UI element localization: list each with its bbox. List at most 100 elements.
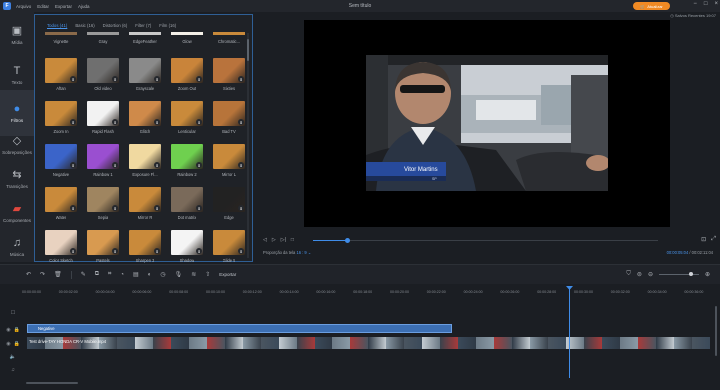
undo-icon[interactable]: ↶ [26,271,31,278]
download-icon[interactable]: ⬇ [112,76,118,82]
lock-icon[interactable]: 🔒 [14,327,20,333]
filter-thumb[interactable]: ⬇ [171,58,203,83]
video-clip[interactable] [27,337,710,349]
filter-item[interactable]: ⬇ Glitch [129,101,161,134]
filter-item[interactable]: ⬇ Bad TV [213,101,245,134]
filter-thumb[interactable]: ⬇ [129,58,161,83]
filter-thumb[interactable]: ⬇ [213,187,245,212]
tab-filter[interactable]: Filter (7) [135,23,151,28]
menu-help[interactable]: Ajuda [78,4,90,9]
filter-thumb[interactable]: ⬇ [45,144,77,169]
download-icon[interactable]: ⬇ [112,205,118,211]
tab-distortion[interactable]: Distortion (6) [103,23,128,28]
snapshot-icon[interactable]: ⊡ [701,236,706,243]
download-icon[interactable]: ⬇ [238,119,244,125]
filter-thumb[interactable]: ⬇ [87,58,119,83]
close-icon[interactable]: × [714,1,718,7]
filter-thumb[interactable]: ⬇ [87,101,119,126]
filter-thumb[interactable] [87,32,119,35]
fullscreen-icon[interactable]: ⤢ [711,236,716,243]
filter-thumb[interactable]: ⬇ [45,187,77,212]
download-icon[interactable]: ⬇ [154,162,160,168]
timeline-hscrollbar[interactable] [26,382,78,384]
speed-icon[interactable]: ◔ [120,272,124,278]
menu-file[interactable]: Arquivo [16,4,31,9]
filter-thumb[interactable]: ⬇ [129,101,161,126]
filter-item[interactable]: ⬇ Mirror R [129,187,161,220]
download-icon[interactable]: ⬇ [154,76,160,82]
timeline-ruler[interactable]: 00:00:00:00 00:00:02:00 00:00:04:00 00:00:0… [22,286,712,300]
filter-thumb[interactable]: ⬇ [171,144,203,169]
filter-thumb[interactable]: ⬇ [213,144,245,169]
marker-icon[interactable]: ⛉ [626,271,631,278]
download-icon[interactable]: ⬇ [70,248,76,254]
minimize-icon[interactable]: − [693,1,697,7]
color-icon[interactable]: ◐ [148,272,152,278]
filter-thumb[interactable]: ⬇ [213,101,245,126]
filter-thumb[interactable]: ⬇ [213,58,245,83]
filter-thumb[interactable]: ⬇ [87,187,119,212]
filter-thumb[interactable]: ⬇ [45,230,77,255]
download-icon[interactable]: ⬇ [70,119,76,125]
fit-icon[interactable]: ⊜ [637,271,642,278]
download-icon[interactable]: ⬇ [238,248,244,254]
filter-item[interactable]: ⬇ Dot matrix [171,187,203,220]
play-icon[interactable]: ▷ [272,237,276,243]
next-frame-icon[interactable]: ▷| [281,237,286,243]
filter-thumb[interactable]: ⬇ [129,230,161,255]
download-icon[interactable]: ⬇ [154,248,160,254]
filters-scroll-thumb[interactable] [247,39,249,61]
crop-icon[interactable]: ⌗ [108,271,111,278]
duration-icon[interactable]: ◷ [160,271,165,278]
split-icon[interactable]: ⧉ [95,271,99,278]
maximize-icon[interactable]: □ [704,1,708,7]
zoom-slider[interactable] [658,272,699,276]
stop-icon[interactable]: □ [291,237,294,243]
mic-icon[interactable]: 🎙 [175,271,183,278]
filter-item[interactable]: ⬇ Grayscale [129,58,161,91]
filter-item[interactable]: ⬇ Edge [213,187,245,220]
filter-item[interactable]: ⬇ Negative [45,144,77,177]
download-icon[interactable]: ⬇ [196,205,202,211]
eye-icon[interactable]: ◉ [6,327,10,333]
tab-basic[interactable]: Basic (16) [75,23,94,28]
filter-item[interactable]: ⬇ Sharpen 3 [129,230,161,263]
download-icon[interactable]: ⬇ [70,205,76,211]
eye-icon[interactable]: ◉ [6,341,10,347]
filter-item[interactable]: ⬇ Water [45,187,77,220]
filter-item[interactable]: ⬇ Lenticular [171,101,203,134]
menu-export[interactable]: Exportar [55,4,72,9]
filter-item[interactable]: ⬇ Exposure Fl... [129,144,161,177]
download-icon[interactable]: ⬇ [112,119,118,125]
tab-all[interactable]: Todos (41) [47,23,67,28]
transform-icon[interactable]: ▤ [133,271,139,278]
filter-item[interactable]: ⬇ Shadow [171,230,203,263]
redo-icon[interactable]: ↷ [40,271,45,278]
music-track-icon[interactable]: ♫ [11,367,15,373]
delete-icon[interactable]: 🗑 [54,271,62,278]
effect-clip-negative[interactable]: Negative [27,324,452,333]
filter-item[interactable]: ⬇ Sepia [87,187,119,220]
filter-thumb[interactable] [213,32,245,35]
filter-item[interactable]: ⬇ Old video [87,58,119,91]
filter-thumb[interactable]: ⬇ [171,187,203,212]
menu-edit[interactable]: Editar [37,4,49,9]
filter-item[interactable]: ⬇ Color Sketch [45,230,77,263]
filter-item[interactable]: ⬇ Rapid Flash [87,101,119,134]
zoom-out-icon[interactable]: ⊖ [648,271,653,278]
filters-scrollbar[interactable] [247,33,249,258]
speaker-icon[interactable]: 🔈 [10,354,16,360]
zoom-slider-knob[interactable] [688,272,693,276]
filter-thumb[interactable]: ⬇ [171,101,203,126]
upgrade-button[interactable]: 🛒 Atualizar [633,2,670,10]
filter-thumb[interactable] [171,32,203,35]
download-icon[interactable]: ⬇ [238,76,244,82]
lock-icon[interactable]: 🔒 [14,341,20,347]
export-button-label[interactable]: Exportar [219,272,236,277]
export-icon[interactable]: ⇧ [205,271,210,278]
download-icon[interactable]: ⬇ [196,248,202,254]
download-icon[interactable]: ⬇ [196,119,202,125]
playhead[interactable] [569,288,570,378]
filter-thumb[interactable] [129,32,161,35]
download-icon[interactable]: ⬇ [196,162,202,168]
